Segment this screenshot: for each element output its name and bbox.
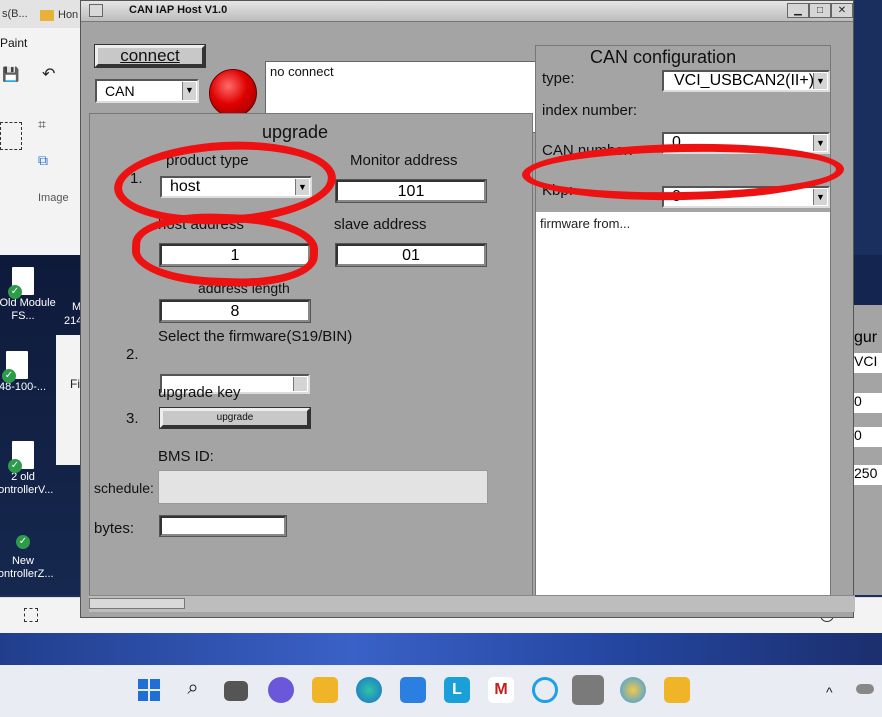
minimize-button[interactable]: ▁ [787,3,809,18]
step-number: 3. [126,410,139,427]
slave-address-input[interactable]: 01 [335,243,487,267]
connection-status-led [209,69,257,117]
desktop-icon-label: 2 old controllerV... [0,471,54,496]
cloud-icon[interactable] [856,684,874,694]
edge-icon[interactable] [356,677,382,703]
can-iap-host-window: CAN IAP Host V1.0 ▁ □ ✕ connect CAN ▼ no… [80,0,855,618]
taskbar [0,665,882,717]
monitor-address-input[interactable]: 101 [335,179,487,203]
window-title: CAN IAP Host V1.0 [129,4,228,16]
firmware-info-box: firmware from... [536,212,830,604]
folder-taskbar-icon[interactable] [664,677,690,703]
can-configuration-heading: CAN configuration [590,47,737,67]
bytes-field [159,515,287,537]
desktop-icon[interactable]: ✓ 2 old controllerV... [0,441,58,497]
store-icon[interactable] [400,677,426,703]
document-icon: ✓ [8,441,34,473]
interface-select[interactable]: CAN ▼ [95,79,199,103]
paint-taskbar-icon[interactable] [620,677,646,703]
chevron-down-icon[interactable] [293,377,307,391]
maximize-button[interactable]: □ [809,3,831,18]
folder-icon [40,10,54,21]
background-window-fragment: gur VCI 0 0 250 [854,305,882,595]
undo-icon[interactable]: ↶ [42,64,55,84]
slave-address-label: slave address [334,216,427,233]
desktop-icon[interactable]: ✓ 2 Old Module FS... [0,267,58,323]
annotation-circle [130,210,320,290]
can-type-label: type: [542,70,575,87]
background-window-text: 0 [854,393,882,413]
sync-check-icon: ✓ [8,459,22,473]
app-l-icon[interactable]: L [444,677,470,703]
search-icon[interactable]: ⌕ [180,677,206,703]
select-tool-icon[interactable] [0,122,22,150]
background-window-text: VCI [854,353,882,373]
window-client-area: connect CAN ▼ no connect upgrade 1. prod… [85,23,851,605]
can-type-value: VCI_USBCAN2(II+) [674,72,815,89]
can-configuration-panel: CAN configuration type: VCI_USBCAN2(II+)… [535,45,831,605]
upgrade-panel: upgrade 1. product type host ▼ Monitor a… [89,113,533,597]
start-icon[interactable] [136,677,162,703]
sync-check-icon: ✓ [2,369,16,383]
document-icon: ✓ [2,351,28,383]
selection-icon [24,608,38,622]
interface-select-value: CAN [105,83,135,99]
address-length-input[interactable]: 8 [159,299,311,323]
step-number: 2. [126,346,139,363]
index-number-label: index number: [542,102,638,119]
alexa-icon[interactable] [532,677,558,703]
desktop-icon[interactable]: ✓ New controllerZ... [0,525,58,581]
can-iap-host-taskbar-icon[interactable] [572,675,604,705]
browser-tab[interactable]: Hon [58,9,78,21]
horizontal-scrollbar[interactable] [89,595,855,612]
desktop-icon-label: New controllerZ... [0,555,54,580]
upgrade-key-label: upgrade key [158,384,241,401]
chat-icon[interactable] [268,677,294,703]
schedule-progress-bar [158,470,488,504]
bytes-label: bytes: [94,520,135,537]
title-bar[interactable]: CAN IAP Host V1.0 ▁ □ ✕ [81,1,853,22]
document-icon: ✓ [12,525,34,553]
chevron-down-icon[interactable]: ▼ [813,135,827,151]
close-button[interactable]: ✕ [831,3,853,18]
connect-button[interactable]: connect [94,44,206,68]
sync-check-icon: ✓ [8,285,22,299]
app-icon [89,4,103,17]
desktop-icon-label: 2 Old Module FS... [0,297,56,322]
connection-status-text: no connect [270,64,334,79]
monitor-address-label: Monitor address [350,152,458,169]
upgrade-heading: upgrade [262,122,329,142]
chevron-down-icon[interactable]: ▼ [182,82,196,100]
firmware-from-text: firmware from... [540,216,631,231]
background-window-text: gur [854,329,878,346]
scrollbar-thumb[interactable] [89,598,185,609]
image-group-label: Image [38,192,69,204]
bms-id-label: BMS ID: [158,448,214,465]
desktop-icon[interactable]: ✓ S-48-100-... [0,351,52,394]
save-icon[interactable]: 💾 [2,66,19,83]
background-window-text: Fi [70,377,80,391]
select-firmware-label: Select the firmware(S19/BIN) [158,328,353,345]
file-explorer-icon[interactable] [312,677,338,703]
resize-icon[interactable]: ⧉ [38,152,48,169]
chevron-down-icon[interactable]: ▼ [813,73,827,89]
wallpaper [0,633,882,665]
background-window-text: 0 [854,427,882,447]
background-window-right: gur VCI 0 0 250 [850,255,882,595]
background-window-text: 250 [854,465,882,485]
paint-label: Paint [0,36,28,50]
schedule-label: schedule: [94,480,154,496]
mcafee-icon[interactable]: M [488,677,514,703]
sync-check-icon: ✓ [16,535,30,549]
desktop-area: ✓ 2 Old Module FS... ✓ S-48-100-... ✓ 2 … [0,255,82,595]
upgrade-button[interactable]: upgrade [159,407,311,429]
chevron-up-icon[interactable]: ^ [826,684,833,700]
browser-tab[interactable]: s(B... [2,8,28,20]
crop-icon[interactable]: ⌗ [38,116,46,133]
background-window-fragment: Fi [56,335,82,465]
can-type-select[interactable]: VCI_USBCAN2(II+) ▼ [662,70,830,92]
task-view-icon[interactable] [224,681,248,701]
chevron-down-icon[interactable]: ▼ [813,189,827,205]
document-icon: ✓ [8,267,34,299]
